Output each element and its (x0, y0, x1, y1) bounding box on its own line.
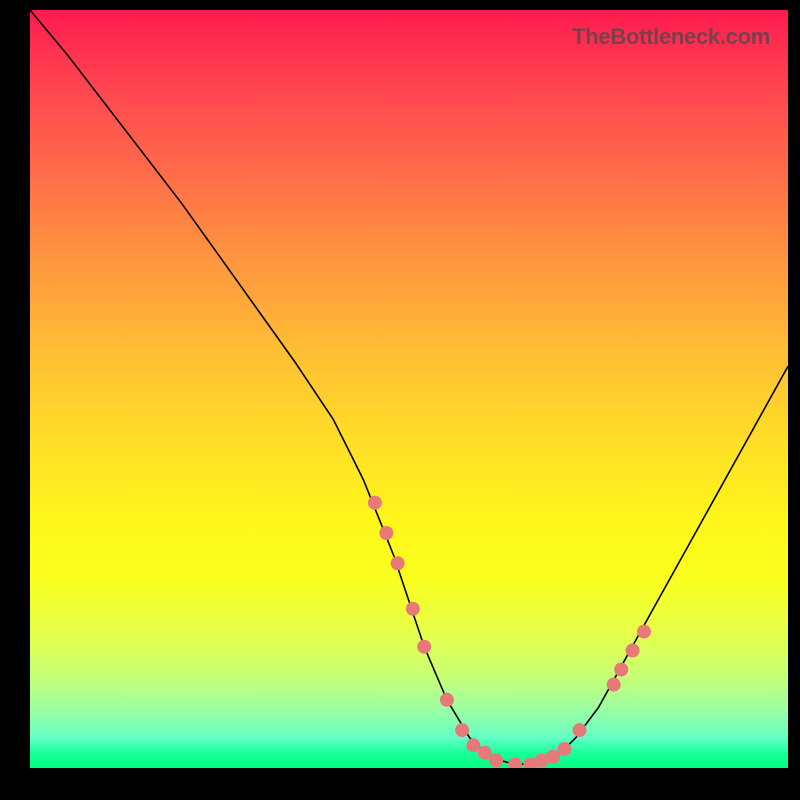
data-marker (573, 723, 587, 737)
data-marker (391, 556, 405, 570)
data-marker (379, 526, 393, 540)
data-marker (508, 757, 522, 768)
data-marker (557, 742, 571, 756)
chart-svg (30, 10, 788, 768)
data-marker (478, 746, 492, 760)
data-marker (440, 693, 454, 707)
data-marker (607, 678, 621, 692)
data-marker (489, 753, 503, 767)
bottleneck-curve (30, 10, 788, 764)
data-marker (455, 723, 469, 737)
data-marker (466, 738, 480, 752)
data-marker (368, 496, 382, 510)
watermark-text: TheBottleneck.com (572, 24, 770, 50)
marker-group (368, 496, 651, 768)
data-marker (535, 753, 549, 767)
data-marker (637, 625, 651, 639)
chart-plot-area: TheBottleneck.com (30, 10, 788, 768)
data-marker (417, 640, 431, 654)
data-marker (406, 602, 420, 616)
data-marker (546, 750, 560, 764)
data-marker (626, 644, 640, 658)
data-marker (523, 757, 537, 768)
data-marker (614, 663, 628, 677)
